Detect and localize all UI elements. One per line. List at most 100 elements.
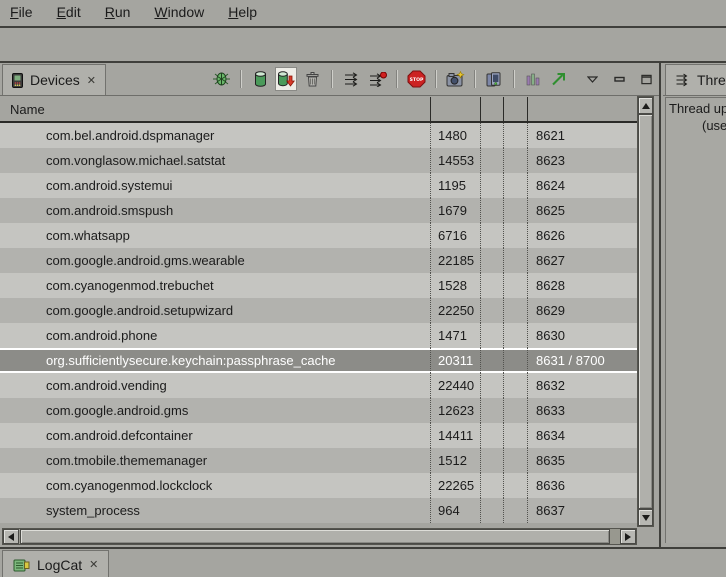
tab-logcat[interactable]: LogCat ✕ [2, 550, 109, 577]
client-pid: 22265 [430, 473, 480, 498]
menu-bar: File Edit Run Window Help [0, 0, 726, 28]
table-row[interactable]: com.cyanogenmod.lockclock22265 8636 [0, 473, 637, 498]
table-row[interactable]: com.google.android.setupwizard222508629 [0, 298, 637, 323]
client-name: com.bel.android.dspmanager [0, 123, 430, 148]
column-header-port[interactable] [527, 97, 637, 121]
table-row[interactable]: com.android.vending224408632 [0, 373, 637, 398]
column-header-blank-1[interactable] [480, 97, 503, 121]
tab-devices[interactable]: Devices ✕ [2, 64, 106, 95]
cause-gc-icon[interactable] [301, 67, 323, 91]
table-row[interactable]: com.android.smspush16798625 [0, 198, 637, 223]
menu-window[interactable]: Window [154, 4, 204, 20]
table-row[interactable]: com.android.systemui11958624 [0, 173, 637, 198]
client-cell-blank-2 [503, 348, 527, 373]
scroll-right-button[interactable] [620, 529, 636, 544]
close-icon[interactable]: ✕ [87, 74, 96, 87]
table-row[interactable]: org.sufficientlysecure.keychain:passphra… [0, 348, 637, 373]
tab-devices-label: Devices [30, 72, 80, 88]
client-name: com.android.smspush [0, 198, 430, 223]
threads-panel: Threads Thread updates not enabled for s… [663, 63, 726, 547]
table-row[interactable]: com.android.defcontainer144118634 [0, 423, 637, 448]
client-cell-blank-2 [503, 498, 527, 523]
client-port: 8635 [527, 448, 637, 473]
client-port: 8624 [527, 173, 637, 198]
client-pid: 6716 [430, 223, 480, 248]
menu-file[interactable]: File [10, 4, 33, 20]
tab-threads[interactable]: Threads [665, 64, 726, 95]
toolbar-separator [435, 70, 436, 88]
table-row[interactable]: com.whatsapp67168626 [0, 223, 637, 248]
client-pid: 22250 [430, 298, 480, 323]
arrow-left-icon [8, 533, 14, 541]
client-pid: 1512 [430, 448, 480, 473]
client-cell-blank-1 [480, 348, 503, 373]
screen-capture-icon[interactable] [444, 67, 466, 91]
menu-run[interactable]: Run [105, 4, 131, 20]
vertical-scrollbar-thumb[interactable] [638, 114, 653, 509]
client-name: com.google.android.gms.wearable [0, 248, 430, 273]
tab-threads-label: Threads [697, 72, 726, 88]
toolbar-separator [240, 70, 241, 88]
client-port: 8633 [527, 398, 637, 423]
client-pid: 20311 [430, 348, 480, 373]
device-screens-icon[interactable] [483, 67, 505, 91]
client-name: com.android.systemui [0, 173, 430, 198]
method-profiling-bars-icon[interactable] [522, 67, 544, 91]
view-menu-icon[interactable] [586, 67, 599, 91]
stop-process-icon[interactable]: STOP [405, 67, 427, 91]
menu-edit[interactable]: Edit [57, 4, 81, 20]
client-cell-blank-2 [503, 398, 527, 423]
scroll-up-button[interactable] [638, 97, 653, 114]
svg-text:STOP: STOP [409, 77, 423, 83]
table-row[interactable]: com.vonglasow.michael.satstat145538623 [0, 148, 637, 173]
client-pid: 1471 [430, 323, 480, 348]
device-rows: com.bel.android.dspmanager14808621com.vo… [0, 123, 637, 525]
client-cell-blank-2 [503, 198, 527, 223]
table-row[interactable]: com.google.android.gms126238633 [0, 398, 637, 423]
client-pid: 1528 [430, 273, 480, 298]
client-cell-blank-2 [503, 123, 527, 148]
threads-message-line1: Thread updates not enabled for selected … [669, 101, 726, 116]
scroll-left-button[interactable] [3, 529, 19, 544]
table-row[interactable]: system_process9648637 [0, 498, 637, 523]
start-method-profiling-icon[interactable] [548, 67, 570, 91]
arrow-right-icon [625, 533, 631, 541]
table-row[interactable]: com.bel.android.dspmanager14808621 [0, 123, 637, 148]
devices-toolbar: STOP [210, 63, 653, 95]
dump-hprof-icon[interactable] [275, 67, 297, 91]
maximize-icon[interactable] [640, 67, 653, 91]
client-name: com.google.android.gms [0, 398, 430, 423]
update-heap-icon[interactable] [249, 67, 271, 91]
client-cell-blank-1 [480, 148, 503, 173]
profile-threads-icon[interactable] [366, 67, 388, 91]
arrow-down-icon [642, 515, 650, 521]
vertical-scrollbar[interactable] [637, 96, 654, 527]
toolbar-separator [513, 70, 514, 88]
horizontal-scrollbar-thumb[interactable] [20, 529, 610, 544]
client-cell-blank-1 [480, 248, 503, 273]
client-port: 8632 [527, 373, 637, 398]
menu-help[interactable]: Help [228, 4, 257, 20]
column-header-name[interactable]: Name [0, 97, 430, 121]
debug-attach-icon[interactable] [210, 67, 232, 91]
client-pid: 22185 [430, 248, 480, 273]
table-row[interactable]: com.cyanogenmod.trebuchet15288628 [0, 273, 637, 298]
client-name: com.cyanogenmod.lockclock [0, 473, 430, 498]
scroll-down-button[interactable] [638, 509, 653, 526]
client-name: com.android.phone [0, 323, 430, 348]
table-row[interactable]: com.google.android.gms.wearable221858627 [0, 248, 637, 273]
client-pid: 1480 [430, 123, 480, 148]
client-port: 8630 [527, 323, 637, 348]
client-port: 8636 [527, 473, 637, 498]
update-threads-icon[interactable] [340, 67, 362, 91]
column-header-blank-2[interactable] [503, 97, 527, 121]
table-row[interactable]: com.tmobile.thememanager15128635 [0, 448, 637, 473]
column-header-pid[interactable] [430, 97, 480, 121]
client-port: 8628 [527, 273, 637, 298]
table-row[interactable]: com.android.phone1471 8630 [0, 323, 637, 348]
close-icon[interactable]: ✕ [89, 558, 98, 571]
horizontal-scrollbar[interactable] [2, 528, 637, 545]
client-pid: 14553 [430, 148, 480, 173]
client-port: 8637 [527, 498, 637, 523]
minimize-icon[interactable] [613, 67, 626, 91]
